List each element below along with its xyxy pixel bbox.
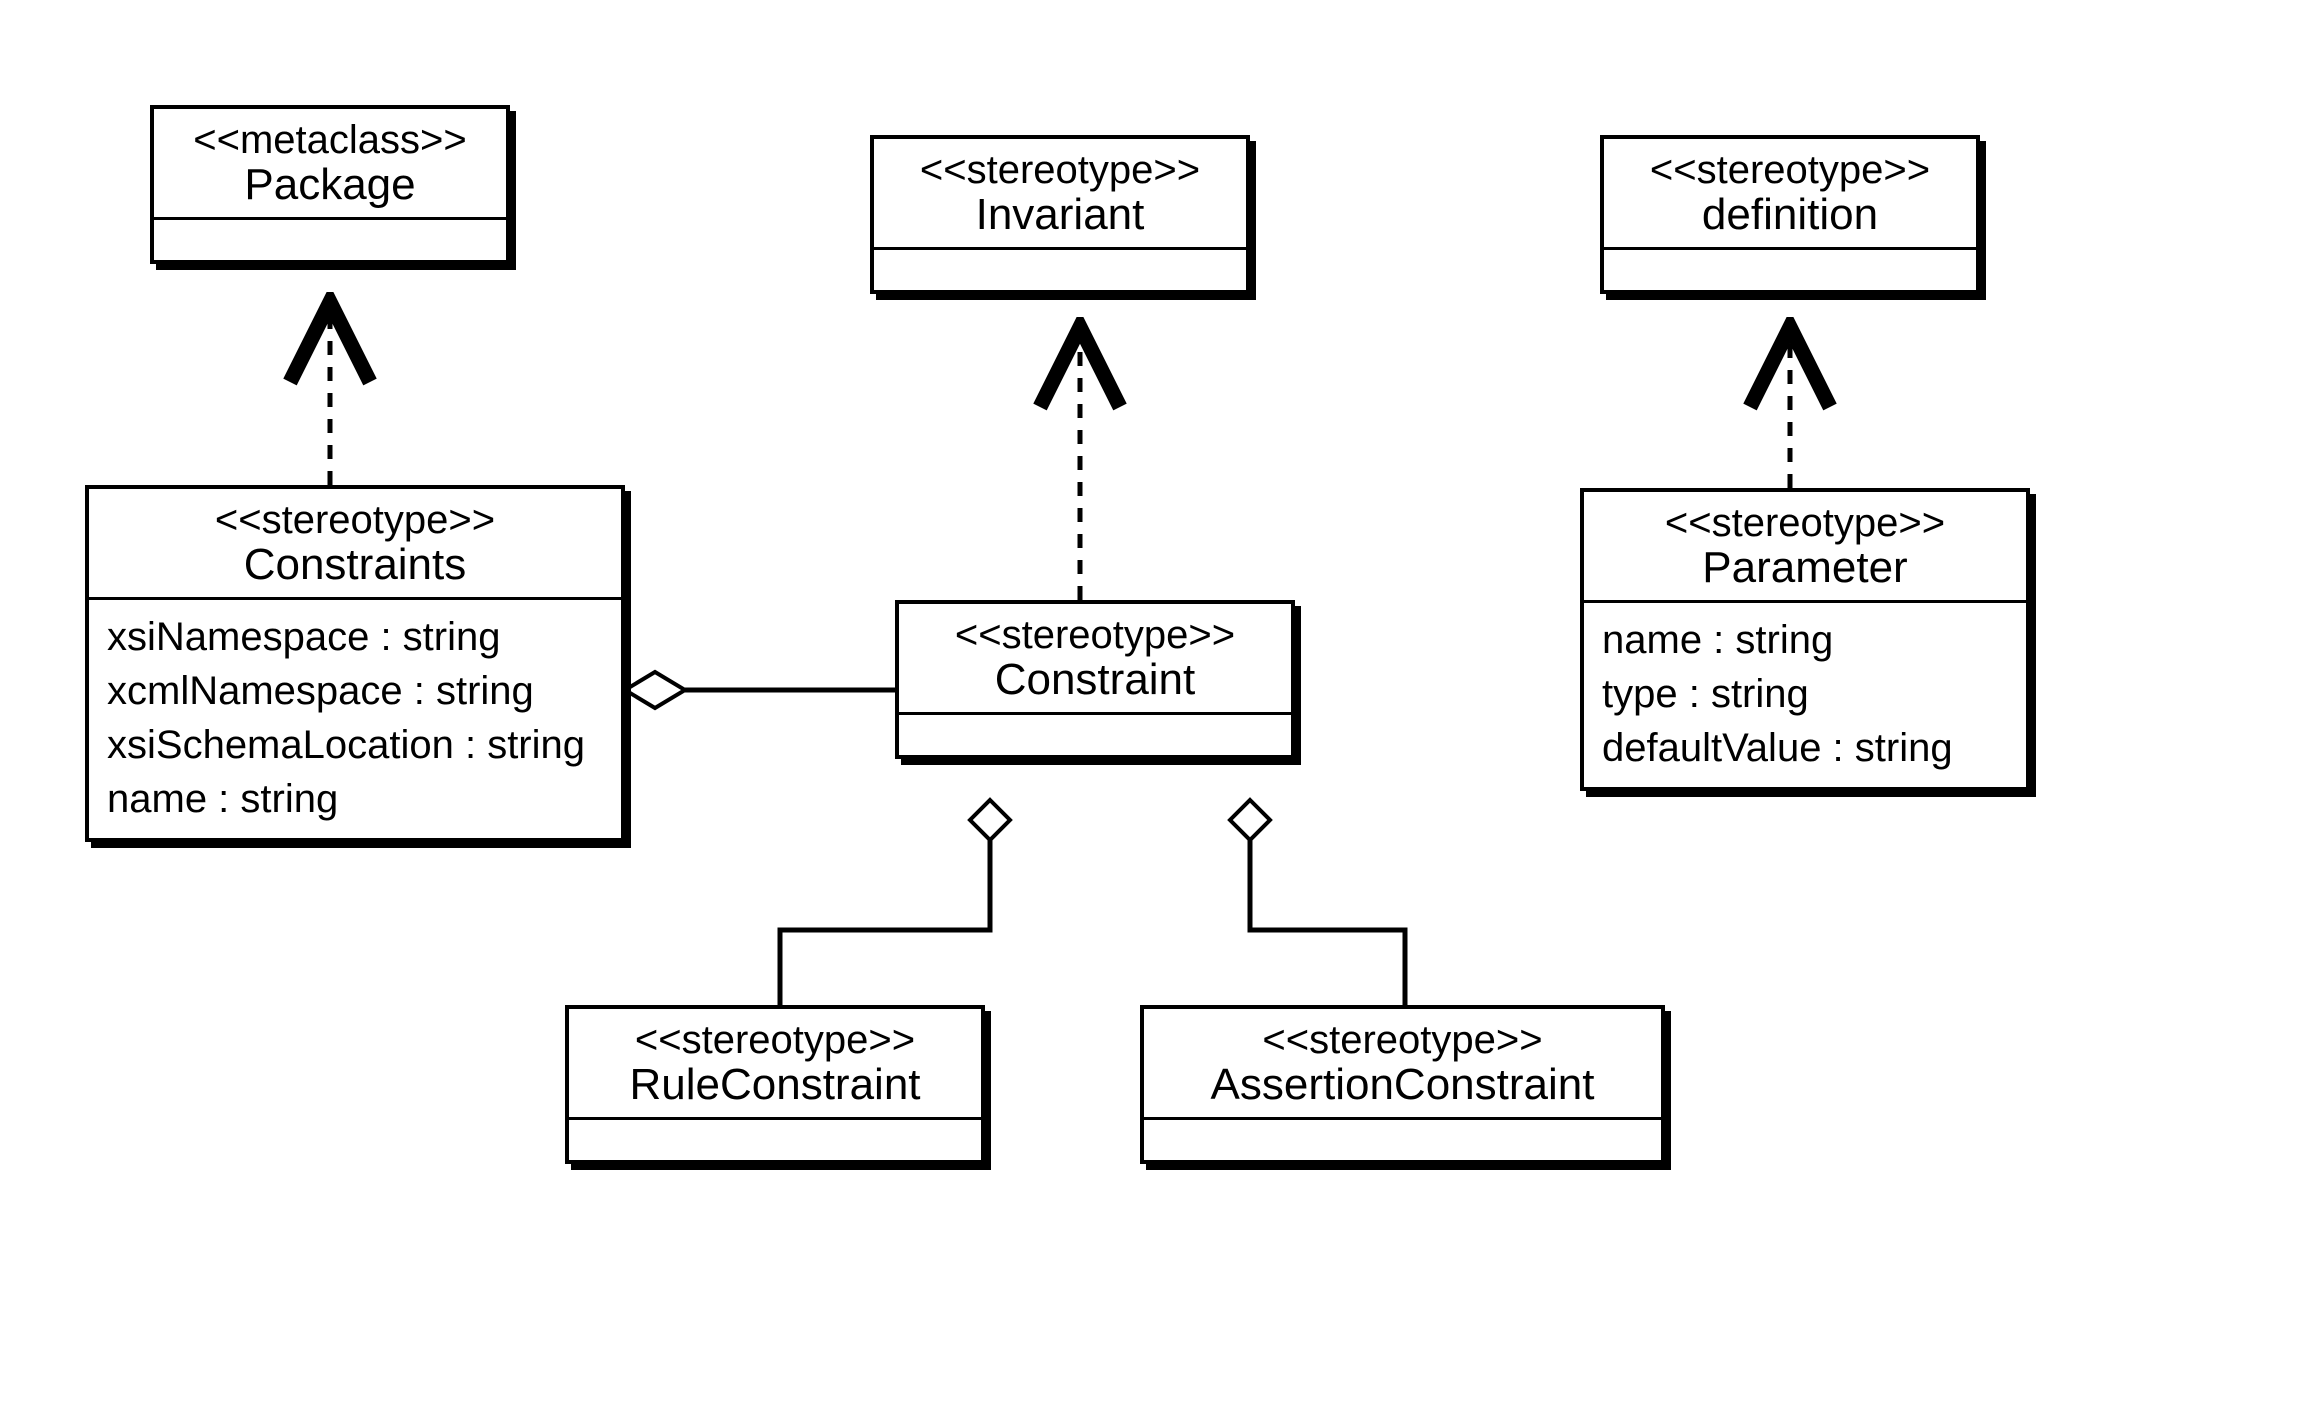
stereotype-label: <<stereotype>> (913, 614, 1277, 656)
class-name-label: Constraints (103, 541, 607, 589)
stereotype-label: <<stereotype>> (1598, 502, 2012, 544)
class-body-empty (154, 220, 506, 260)
class-attributes: xsiNamespace : string xcmlNamespace : st… (89, 600, 621, 838)
class-attribute: xsiSchemaLocation : string (107, 718, 603, 772)
aggregation-constraints-has-constraint (625, 672, 895, 708)
class-definition: <<stereotype>> definition (1600, 135, 1980, 294)
stereotype-label: <<stereotype>> (888, 149, 1232, 191)
class-body-empty (1604, 250, 1976, 290)
class-ruleconstraint: <<stereotype>> RuleConstraint (565, 1005, 985, 1164)
class-attribute: defaultValue : string (1602, 721, 2008, 775)
class-name-label: Package (168, 161, 492, 209)
class-attributes: name : string type : string defaultValue… (1584, 603, 2026, 787)
class-name-label: definition (1618, 191, 1962, 239)
stereotype-label: <<stereotype>> (1158, 1019, 1647, 1061)
class-constraints: <<stereotype>> Constraints xsiNamespace … (85, 485, 625, 842)
class-name-label: AssertionConstraint (1158, 1061, 1647, 1109)
class-body-empty (874, 250, 1246, 290)
stereotype-label: <<metaclass>> (168, 119, 492, 161)
aggregation-constraint-has-ruleconstraint (780, 800, 1010, 1005)
class-invariant: <<stereotype>> Invariant (870, 135, 1250, 294)
class-name-label: Invariant (888, 191, 1232, 239)
class-parameter: <<stereotype>> Parameter name : string t… (1580, 488, 2030, 791)
class-body-empty (899, 715, 1291, 755)
aggregation-constraint-has-assertionconstraint (1230, 800, 1405, 1005)
stereotype-label: <<stereotype>> (103, 499, 607, 541)
class-attribute: xcmlNamespace : string (107, 664, 603, 718)
class-name-label: RuleConstraint (583, 1061, 967, 1109)
class-attribute: name : string (1602, 613, 2008, 667)
uml-diagram: <<metaclass>> Package <<stereotype>> Inv… (0, 0, 2297, 1413)
class-body-empty (569, 1120, 981, 1160)
stereotype-label: <<stereotype>> (1618, 149, 1962, 191)
class-assertionconstraint: <<stereotype>> AssertionConstraint (1140, 1005, 1665, 1164)
class-attribute: name : string (107, 772, 603, 826)
class-constraint: <<stereotype>> Constraint (895, 600, 1295, 759)
class-body-empty (1144, 1120, 1661, 1160)
class-name-label: Constraint (913, 656, 1277, 704)
class-package: <<metaclass>> Package (150, 105, 510, 264)
stereotype-label: <<stereotype>> (583, 1019, 967, 1061)
class-attribute: xsiNamespace : string (107, 610, 603, 664)
class-attribute: type : string (1602, 667, 2008, 721)
class-name-label: Parameter (1598, 544, 2012, 592)
